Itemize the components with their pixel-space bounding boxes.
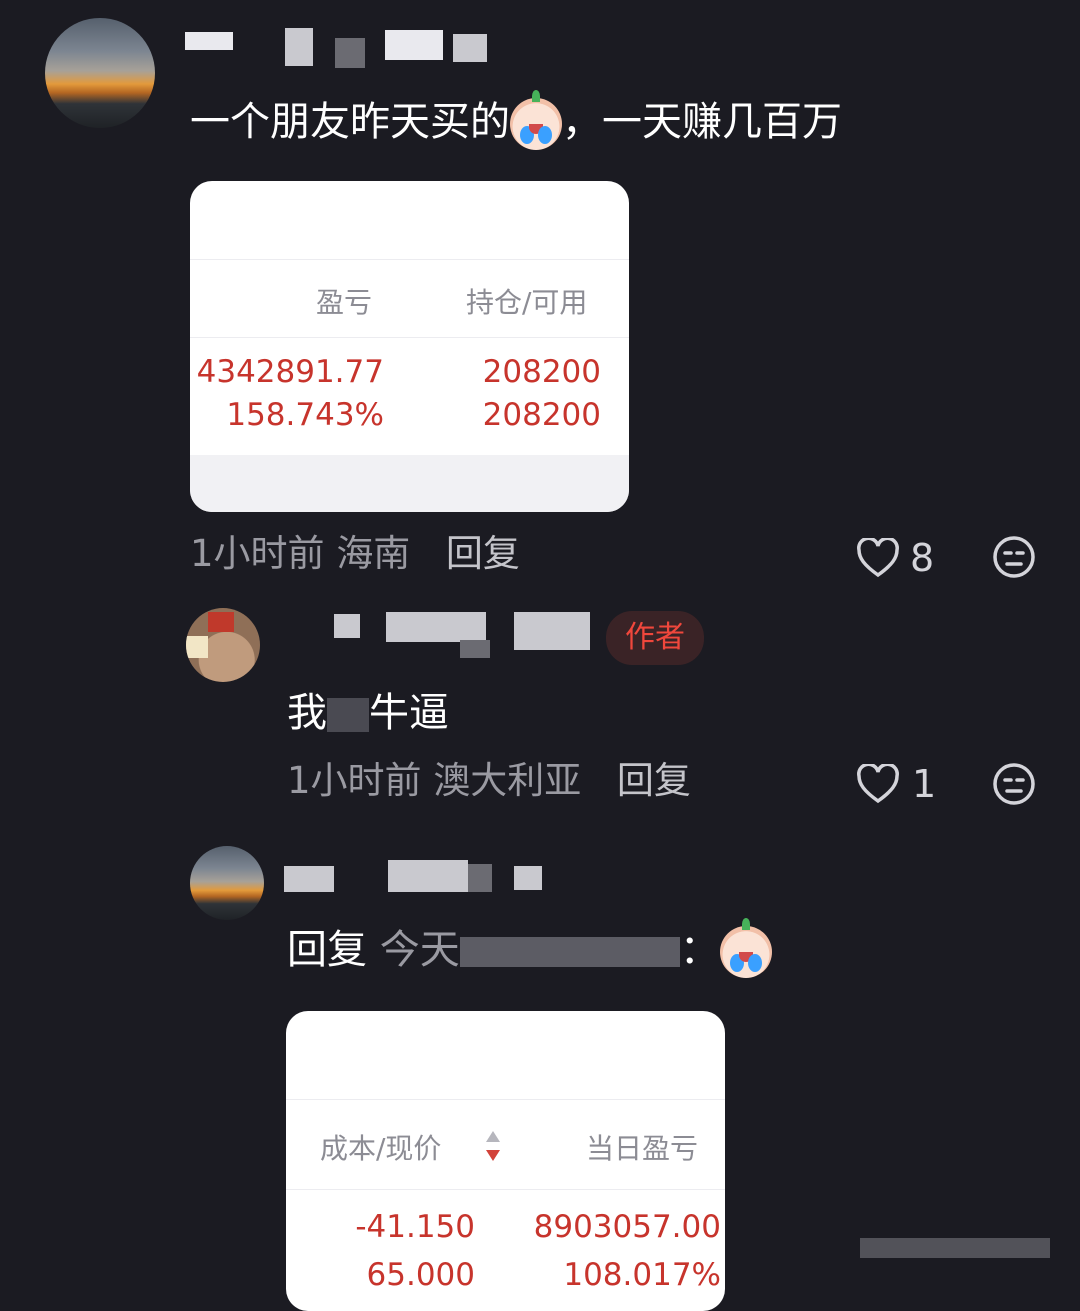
dislike-button[interactable] <box>992 762 1036 806</box>
comment-time: 1小时前 <box>287 759 422 802</box>
image-attachment[interactable]: 成本/现价 当日盈亏 -41.150 65.000 8903057.00 108… <box>286 1011 725 1311</box>
like-button[interactable]: 8 <box>856 534 946 582</box>
day-profit-percent: 108.017% <box>563 1257 721 1293</box>
username-blurred[interactable] <box>284 856 584 900</box>
sort-icon <box>486 1131 500 1161</box>
image-attachment[interactable]: 盈亏 持仓/可用 4342891.77 158.743% 208200 2082… <box>190 181 629 512</box>
price-value: 65.000 <box>366 1257 475 1293</box>
neutral-face-icon <box>993 536 1035 578</box>
like-count: 1 <box>912 762 937 806</box>
column-header-day-profit: 当日盈亏 <box>586 1132 699 1165</box>
crying-laughing-emoji-icon <box>510 90 562 150</box>
avatar[interactable] <box>186 608 260 682</box>
heart-icon <box>857 538 899 578</box>
reply-button[interactable]: 回复 <box>446 532 520 575</box>
heart-icon <box>857 764 899 804</box>
crying-laughing-emoji-icon <box>719 918 772 978</box>
column-header-cost-price: 成本/现价 <box>320 1132 442 1165</box>
profit-loss-value: 4342891.77 <box>196 354 384 390</box>
dislike-button[interactable] <box>992 535 1036 579</box>
reply-button[interactable]: 回复 <box>617 759 691 802</box>
username-blurred[interactable] <box>185 28 495 72</box>
reply-text-end: ： <box>679 927 720 973</box>
comment-text-start: 一个朋友昨天买的 <box>190 99 510 145</box>
avatar[interactable] <box>190 846 264 920</box>
comment-location: 澳大利亚 <box>433 759 582 802</box>
like-count: 8 <box>910 536 935 580</box>
watermark <box>860 1232 1054 1266</box>
reply-text: 我牛逼 <box>287 686 449 740</box>
day-profit-value: 8903057.00 <box>533 1209 721 1245</box>
available-value: 208200 <box>482 397 601 433</box>
reply-text: 回复 今天 ： <box>287 918 772 978</box>
reply-target[interactable]: 今天 <box>380 927 460 973</box>
text-redacted <box>459 937 680 967</box>
comment-text-end: ，一天赚几百万 <box>562 99 842 145</box>
column-header-profit-loss: 盈亏 <box>316 286 373 319</box>
author-badge: 作者 <box>606 611 704 665</box>
neutral-face-icon <box>993 763 1035 805</box>
reply-prefix: 回复 <box>287 927 367 973</box>
reply-text-start: 我 <box>287 690 327 736</box>
text-redacted <box>327 698 369 732</box>
comment-text: 一个朋友昨天买的 ，一天赚几百万 <box>190 90 842 152</box>
reply-text-end: 牛逼 <box>369 690 449 736</box>
comment-time: 1小时前 <box>190 532 325 575</box>
column-header-position: 持仓/可用 <box>466 286 588 319</box>
like-button[interactable]: 1 <box>856 760 946 808</box>
comment-meta: 1小时前 海南 回复 <box>190 528 520 580</box>
position-value: 208200 <box>482 354 601 390</box>
avatar[interactable] <box>45 18 155 128</box>
cost-value: -41.150 <box>355 1209 475 1245</box>
comment-meta: 1小时前 澳大利亚 回复 <box>287 755 691 807</box>
username-blurred[interactable] <box>330 610 592 660</box>
profit-loss-percent: 158.743% <box>226 397 384 433</box>
comment-location: 海南 <box>336 532 411 575</box>
